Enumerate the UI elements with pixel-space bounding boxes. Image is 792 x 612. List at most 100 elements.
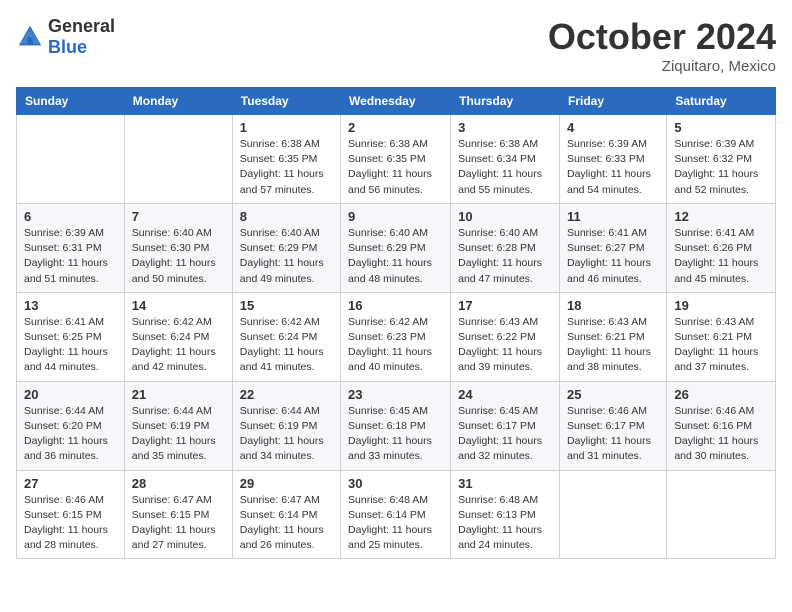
table-row: 25 Sunrise: 6:46 AMSunset: 6:17 PMDayligh… (559, 381, 666, 470)
table-row (17, 115, 125, 204)
table-row (124, 115, 232, 204)
day-number: 14 (132, 298, 225, 313)
day-info: Sunrise: 6:44 AMSunset: 6:19 PMDaylight:… (240, 404, 333, 465)
calendar-table: Sunday Monday Tuesday Wednesday Thursday… (16, 87, 776, 559)
day-number: 4 (567, 120, 659, 135)
day-number: 18 (567, 298, 659, 313)
table-row: 11 Sunrise: 6:41 AMSunset: 6:27 PMDayligh… (559, 203, 666, 292)
col-tuesday: Tuesday (232, 88, 340, 115)
table-row: 28 Sunrise: 6:47 AMSunset: 6:15 PMDayligh… (124, 470, 232, 559)
day-number: 1 (240, 120, 333, 135)
day-info: Sunrise: 6:45 AMSunset: 6:17 PMDaylight:… (458, 404, 552, 465)
table-row: 23Sunrise: 6:45 AMSunset: 6:18 PMDayligh… (341, 381, 451, 470)
day-info: Sunrise: 6:40 AMSunset: 6:30 PMDaylight:… (132, 226, 225, 287)
table-row: 17 Sunrise: 6:43 AMSunset: 6:22 PMDayligh… (451, 292, 560, 381)
day-info: Sunrise: 6:46 AMSunset: 6:16 PMDaylight:… (674, 404, 768, 465)
day-number: 20 (24, 387, 117, 402)
table-row: 14Sunrise: 6:42 AMSunset: 6:24 PMDayligh… (124, 292, 232, 381)
page-header: General Blue October 2024 Ziquitaro, Mex… (16, 16, 776, 75)
calendar-header-row: Sunday Monday Tuesday Wednesday Thursday… (17, 88, 776, 115)
day-number: 28 (132, 476, 225, 491)
day-number: 30 (348, 476, 443, 491)
col-wednesday: Wednesday (341, 88, 451, 115)
day-number: 5 (674, 120, 768, 135)
day-number: 19 (674, 298, 768, 313)
day-number: 27 (24, 476, 117, 491)
day-number: 25 (567, 387, 659, 402)
day-info: Sunrise: 6:48 AMSunset: 6:14 PMDaylight:… (348, 493, 443, 554)
table-row: 21 Sunrise: 6:44 AMSunset: 6:19 PMDayligh… (124, 381, 232, 470)
day-info: Sunrise: 6:38 AMSunset: 6:35 PMDaylight:… (240, 137, 333, 198)
day-number: 8 (240, 209, 333, 224)
day-info: Sunrise: 6:46 AMSunset: 6:17 PMDaylight:… (567, 404, 659, 465)
col-friday: Friday (559, 88, 666, 115)
table-row: 24Sunrise: 6:45 AMSunset: 6:17 PMDayligh… (451, 381, 560, 470)
day-info: Sunrise: 6:40 AMSunset: 6:29 PMDaylight:… (240, 226, 333, 287)
table-row: 31 Sunrise: 6:48 AMSunset: 6:13 PMDayligh… (451, 470, 560, 559)
day-number: 13 (24, 298, 117, 313)
day-info: Sunrise: 6:47 AMSunset: 6:14 PMDaylight:… (240, 493, 333, 554)
week-row-5: 27 Sunrise: 6:46 AMSunset: 6:15 PMDayligh… (17, 470, 776, 559)
day-number: 21 (132, 387, 225, 402)
week-row-2: 6 Sunrise: 6:39 AMSunset: 6:31 PMDaylight… (17, 203, 776, 292)
table-row: 4 Sunrise: 6:39 AMSunset: 6:33 PMDaylight… (559, 115, 666, 204)
logo: General Blue (16, 16, 115, 58)
day-info: Sunrise: 6:44 AMSunset: 6:19 PMDaylight:… (132, 404, 225, 465)
day-number: 15 (240, 298, 333, 313)
day-info: Sunrise: 6:43 AMSunset: 6:22 PMDaylight:… (458, 315, 552, 376)
logo-text: General Blue (48, 16, 115, 58)
day-info: Sunrise: 6:38 AMSunset: 6:35 PMDaylight:… (348, 137, 443, 198)
day-number: 11 (567, 209, 659, 224)
day-info: Sunrise: 6:44 AMSunset: 6:20 PMDaylight:… (24, 404, 117, 465)
table-row (559, 470, 666, 559)
location-title: Ziquitaro, Mexico (548, 58, 776, 75)
day-info: Sunrise: 6:47 AMSunset: 6:15 PMDaylight:… (132, 493, 225, 554)
week-row-4: 20 Sunrise: 6:44 AMSunset: 6:20 PMDayligh… (17, 381, 776, 470)
day-info: Sunrise: 6:40 AMSunset: 6:28 PMDaylight:… (458, 226, 552, 287)
day-info: Sunrise: 6:46 AMSunset: 6:15 PMDaylight:… (24, 493, 117, 554)
day-info: Sunrise: 6:42 AMSunset: 6:23 PMDaylight:… (348, 315, 443, 376)
table-row: 18Sunrise: 6:43 AMSunset: 6:21 PMDayligh… (559, 292, 666, 381)
table-row: 22 Sunrise: 6:44 AMSunset: 6:19 PMDayligh… (232, 381, 340, 470)
table-row: 1 Sunrise: 6:38 AMSunset: 6:35 PMDaylight… (232, 115, 340, 204)
table-row: 30 Sunrise: 6:48 AMSunset: 6:14 PMDayligh… (341, 470, 451, 559)
day-info: Sunrise: 6:41 AMSunset: 6:27 PMDaylight:… (567, 226, 659, 287)
day-number: 12 (674, 209, 768, 224)
logo-icon (16, 23, 44, 51)
day-info: Sunrise: 6:40 AMSunset: 6:29 PMDaylight:… (348, 226, 443, 287)
day-number: 29 (240, 476, 333, 491)
day-info: Sunrise: 6:48 AMSunset: 6:13 PMDaylight:… (458, 493, 552, 554)
day-info: Sunrise: 6:41 AMSunset: 6:26 PMDaylight:… (674, 226, 768, 287)
day-number: 6 (24, 209, 117, 224)
table-row: 5 Sunrise: 6:39 AMSunset: 6:32 PMDaylight… (667, 115, 776, 204)
week-row-3: 13 Sunrise: 6:41 AMSunset: 6:25 PMDayligh… (17, 292, 776, 381)
day-number: 31 (458, 476, 552, 491)
day-info: Sunrise: 6:39 AMSunset: 6:32 PMDaylight:… (674, 137, 768, 198)
table-row (667, 470, 776, 559)
day-info: Sunrise: 6:39 AMSunset: 6:33 PMDaylight:… (567, 137, 659, 198)
month-title: October 2024 (548, 16, 776, 58)
table-row: 15Sunrise: 6:42 AMSunset: 6:24 PMDayligh… (232, 292, 340, 381)
week-row-1: 1 Sunrise: 6:38 AMSunset: 6:35 PMDaylight… (17, 115, 776, 204)
day-number: 9 (348, 209, 443, 224)
col-monday: Monday (124, 88, 232, 115)
table-row: 26 Sunrise: 6:46 AMSunset: 6:16 PMDayligh… (667, 381, 776, 470)
col-thursday: Thursday (451, 88, 560, 115)
col-sunday: Sunday (17, 88, 125, 115)
table-row: 10Sunrise: 6:40 AMSunset: 6:28 PMDayligh… (451, 203, 560, 292)
table-row: 7Sunrise: 6:40 AMSunset: 6:30 PMDaylight… (124, 203, 232, 292)
day-number: 22 (240, 387, 333, 402)
table-row: 27 Sunrise: 6:46 AMSunset: 6:15 PMDayligh… (17, 470, 125, 559)
table-row: 6 Sunrise: 6:39 AMSunset: 6:31 PMDaylight… (17, 203, 125, 292)
day-info: Sunrise: 6:41 AMSunset: 6:25 PMDaylight:… (24, 315, 117, 376)
day-number: 23 (348, 387, 443, 402)
table-row: 3Sunrise: 6:38 AMSunset: 6:34 PMDaylight… (451, 115, 560, 204)
day-number: 17 (458, 298, 552, 313)
table-row: 9 Sunrise: 6:40 AMSunset: 6:29 PMDaylight… (341, 203, 451, 292)
table-row: 8 Sunrise: 6:40 AMSunset: 6:29 PMDaylight… (232, 203, 340, 292)
table-row: 20 Sunrise: 6:44 AMSunset: 6:20 PMDayligh… (17, 381, 125, 470)
day-info: Sunrise: 6:39 AMSunset: 6:31 PMDaylight:… (24, 226, 117, 287)
day-number: 26 (674, 387, 768, 402)
day-number: 3 (458, 120, 552, 135)
table-row: 29 Sunrise: 6:47 AMSunset: 6:14 PMDayligh… (232, 470, 340, 559)
